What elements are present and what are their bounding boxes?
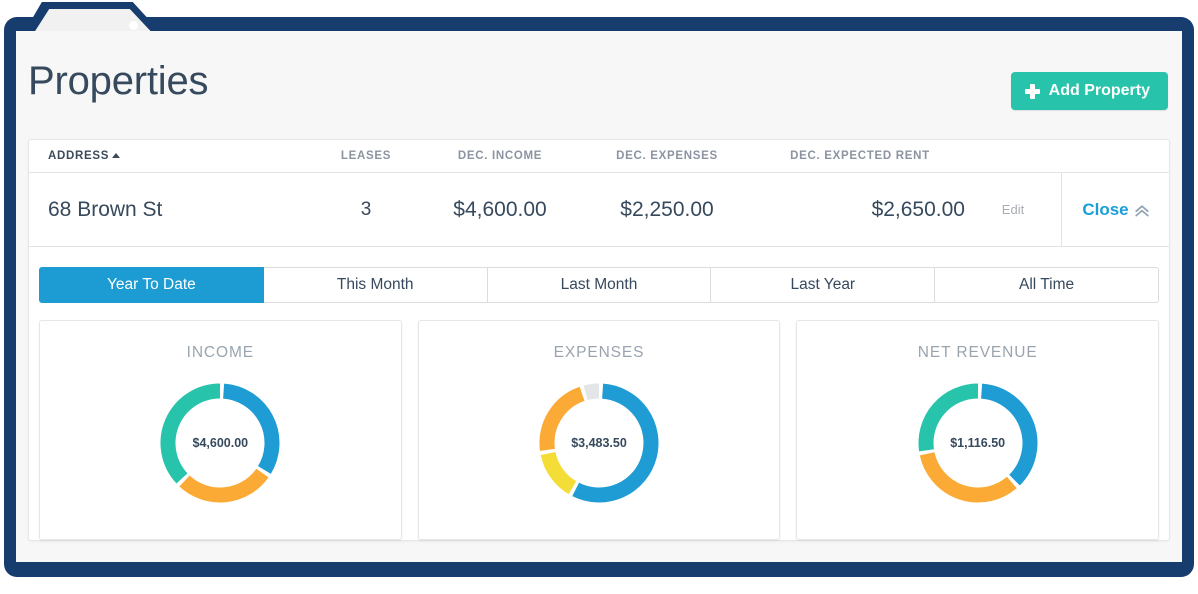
plus-icon [1024, 83, 1040, 99]
tab-last-month[interactable]: Last Month [487, 267, 712, 303]
expenses-donut-chart: $3,483.50 [535, 379, 663, 507]
column-header-address[interactable]: ADDRESS [29, 150, 311, 162]
income-donut-center-value: $4,600.00 [192, 436, 249, 450]
add-property-label: Add Property [1048, 82, 1150, 99]
stat-card-row: INCOME $4,600.00 EXPENSES $3,483.50 NET … [39, 320, 1160, 540]
close-label: Close [1082, 199, 1129, 219]
tab-year-to-date[interactable]: Year To Date [39, 267, 264, 303]
net-revenue-donut-center-value: $1,116.50 [950, 436, 1006, 450]
cell-address: 68 Brown St [48, 197, 163, 221]
expenses-donut-center-value: $3,483.50 [571, 436, 627, 450]
donut-segment [179, 468, 269, 503]
column-header-address-label: ADDRESS [48, 150, 110, 162]
stat-card-income-title: INCOME [186, 344, 255, 361]
column-header-expected-rent[interactable]: DEC. EXPECTED RENT [755, 150, 965, 162]
cell-leases: 3 [360, 198, 372, 220]
table-header-row: ADDRESS LEASES DEC. INCOME DEC. EXPENSES… [29, 140, 1169, 173]
column-header-income[interactable]: DEC. INCOME [421, 150, 579, 162]
cell-expected-rent: $2,650.00 [871, 197, 965, 221]
donut-segment [540, 451, 577, 495]
chevron-double-up-icon [1134, 203, 1149, 217]
stat-card-net-revenue: NET REVENUE $1,116.50 [796, 320, 1160, 540]
page-title: Properties [28, 59, 209, 103]
tab-indicator-dot [129, 21, 138, 30]
sort-ascending-icon [112, 153, 121, 158]
cell-expenses: $2,250.00 [620, 197, 714, 221]
stat-card-income: INCOME $4,600.00 [39, 320, 402, 540]
donut-segment [223, 383, 280, 474]
add-property-button[interactable]: Add Property [1010, 72, 1168, 110]
cell-income: $4,600.00 [453, 197, 547, 221]
app-viewport: Properties Add Property ADDRESS LEASES D… [16, 31, 1182, 562]
table-row: 68 Brown St 3 $4,600.00 $2,250.00 $2,650… [29, 172, 1169, 247]
tab-all-time[interactable]: All Time [935, 267, 1159, 303]
stat-card-expenses: EXPENSES $3,483.50 [417, 320, 781, 540]
page-header: Properties Add Property [16, 31, 1182, 139]
period-tab-bar: Year To Date This Month Last Month Last … [39, 267, 1159, 303]
column-header-expenses[interactable]: DEC. EXPENSES [579, 150, 755, 162]
net-revenue-donut-chart: $1,116.50 [914, 379, 1042, 507]
donut-segment [583, 383, 600, 401]
properties-table: ADDRESS LEASES DEC. INCOME DEC. EXPENSES… [28, 139, 1170, 541]
income-donut-chart: $4,600.00 [156, 379, 284, 507]
close-row-button[interactable]: Close [1061, 172, 1169, 247]
tab-last-year[interactable]: Last Year [711, 267, 936, 303]
tab-this-month[interactable]: This Month [263, 267, 488, 303]
donut-segment [160, 383, 221, 484]
stat-card-net-revenue-title: NET REVENUE [917, 344, 1038, 361]
donut-segment [919, 451, 1017, 503]
edit-link[interactable]: Edit [965, 202, 1061, 217]
column-header-leases[interactable]: LEASES [311, 150, 421, 162]
stat-card-expenses-title: EXPENSES [553, 344, 645, 361]
